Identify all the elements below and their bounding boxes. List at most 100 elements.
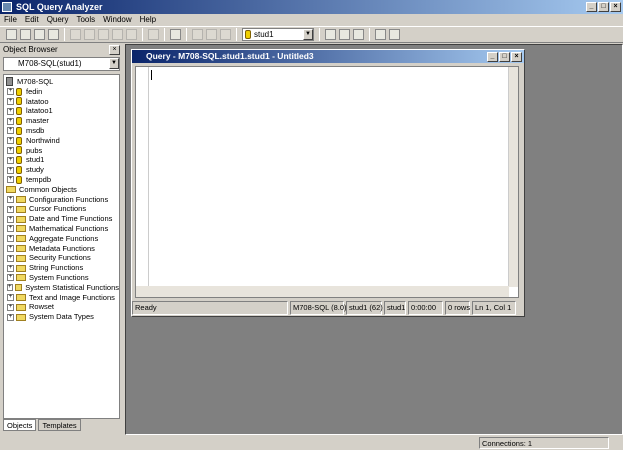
- node-label: Date and Time Functions: [29, 214, 113, 224]
- tree-folder[interactable]: + System Data Types: [4, 312, 119, 322]
- clear-icon[interactable]: [112, 29, 123, 40]
- expand-icon[interactable]: +: [7, 235, 14, 243]
- expand-icon[interactable]: +: [7, 137, 14, 145]
- tree-server[interactable]: M708-SQL: [4, 77, 119, 87]
- query-editor[interactable]: [135, 66, 519, 298]
- menu-help[interactable]: Help: [140, 14, 156, 26]
- tree-folder[interactable]: + Text and Image Functions: [4, 293, 119, 303]
- stop-icon[interactable]: [220, 29, 231, 40]
- expand-icon[interactable]: +: [7, 205, 14, 213]
- expand-icon[interactable]: +: [7, 303, 14, 311]
- object-search-icon[interactable]: [353, 29, 364, 40]
- object-browser-icon[interactable]: [339, 29, 350, 40]
- tree-database[interactable]: + latatoo: [4, 97, 119, 107]
- status-server: M708-SQL (8.0): [290, 301, 347, 315]
- expand-icon[interactable]: +: [7, 176, 14, 184]
- tree-database[interactable]: + fedin: [4, 87, 119, 97]
- maximize-button[interactable]: □: [598, 2, 609, 12]
- tree-folder[interactable]: + Configuration Functions: [4, 195, 119, 205]
- tree-database[interactable]: + study: [4, 165, 119, 175]
- tree-database[interactable]: + tempdb: [4, 175, 119, 185]
- cut-icon[interactable]: [70, 29, 81, 40]
- close-button[interactable]: ×: [511, 52, 522, 62]
- expand-icon[interactable]: +: [7, 127, 14, 135]
- expand-icon[interactable]: +: [7, 156, 14, 164]
- new-query-icon[interactable]: [6, 29, 17, 40]
- properties-icon[interactable]: [375, 29, 386, 40]
- expand-icon[interactable]: +: [7, 88, 14, 96]
- tree-folder[interactable]: + System Statistical Functions: [4, 283, 119, 293]
- tree-database[interactable]: + msdb: [4, 126, 119, 136]
- database-select[interactable]: stud1 ▼: [242, 28, 314, 41]
- tree-common-objects[interactable]: Common Objects: [4, 185, 119, 195]
- parse-check-icon[interactable]: [192, 29, 203, 40]
- menu-edit[interactable]: Edit: [25, 14, 39, 26]
- results-grid-icon[interactable]: [170, 29, 181, 40]
- expand-icon[interactable]: +: [7, 97, 14, 105]
- open-icon[interactable]: [20, 29, 31, 40]
- expand-icon[interactable]: +: [7, 225, 14, 233]
- query-window-title: Query - M708-SQL.stud1.stud1 - Untitled3: [146, 51, 314, 61]
- expand-icon[interactable]: +: [7, 195, 14, 203]
- tree-database[interactable]: + pubs: [4, 146, 119, 156]
- expand-icon[interactable]: +: [7, 264, 14, 272]
- node-label: master: [26, 116, 49, 126]
- execution-plan-icon[interactable]: [325, 29, 336, 40]
- expand-icon[interactable]: +: [7, 244, 14, 252]
- tree-folder[interactable]: + Aggregate Functions: [4, 234, 119, 244]
- find-icon[interactable]: [126, 29, 137, 40]
- expand-icon[interactable]: +: [7, 284, 13, 292]
- execute-icon[interactable]: [206, 29, 217, 40]
- tree-folder[interactable]: + Mathematical Functions: [4, 224, 119, 234]
- load-script-icon[interactable]: [48, 29, 59, 40]
- folder-icon: [16, 195, 26, 203]
- maximize-button[interactable]: □: [499, 52, 510, 62]
- node-label: Northwind: [26, 135, 60, 145]
- tree-folder[interactable]: + Date and Time Functions: [4, 214, 119, 224]
- tree-folder[interactable]: + Cursor Functions: [4, 204, 119, 214]
- tree-database[interactable]: + Northwind: [4, 136, 119, 146]
- expand-icon[interactable]: +: [7, 274, 14, 282]
- chevron-down-icon[interactable]: ▼: [109, 58, 119, 69]
- chevron-down-icon[interactable]: ▼: [303, 29, 313, 40]
- expand-icon[interactable]: +: [7, 146, 14, 154]
- save-icon[interactable]: [34, 29, 45, 40]
- tree-folder[interactable]: + System Functions: [4, 273, 119, 283]
- query-window: Query - M708-SQL.stud1.stud1 - Untitled3…: [131, 49, 525, 317]
- server-select[interactable]: M708-SQL(stud1) ▼: [3, 57, 120, 71]
- tree-folder[interactable]: + Security Functions: [4, 253, 119, 263]
- tree-folder[interactable]: + Metadata Functions: [4, 244, 119, 254]
- expand-icon[interactable]: +: [7, 254, 14, 262]
- tree-database[interactable]: + stud1: [4, 155, 119, 165]
- expand-icon[interactable]: +: [7, 117, 14, 125]
- minimize-button[interactable]: _: [487, 52, 498, 62]
- paste-icon[interactable]: [98, 29, 109, 40]
- menu-file[interactable]: File: [4, 14, 17, 26]
- tab-objects[interactable]: Objects: [3, 419, 37, 431]
- node-label: Cursor Functions: [29, 204, 87, 214]
- close-button[interactable]: ×: [610, 2, 621, 12]
- tree-folder[interactable]: + Rowset: [4, 302, 119, 312]
- show-results-icon[interactable]: [389, 29, 400, 40]
- tree-database[interactable]: + master: [4, 116, 119, 126]
- menu-query[interactable]: Query: [47, 14, 69, 26]
- minimize-button[interactable]: _: [586, 2, 597, 12]
- menu-window[interactable]: Window: [103, 14, 131, 26]
- folder-icon: [16, 313, 26, 321]
- expand-icon[interactable]: +: [7, 313, 14, 321]
- horizontal-scrollbar[interactable]: [136, 286, 509, 297]
- vertical-scrollbar[interactable]: [508, 67, 518, 287]
- tree-folder[interactable]: + String Functions: [4, 263, 119, 273]
- tree-database[interactable]: + latatoo1: [4, 106, 119, 116]
- undo-icon[interactable]: [148, 29, 159, 40]
- expand-icon[interactable]: +: [7, 107, 14, 115]
- expand-icon[interactable]: +: [7, 293, 14, 301]
- expand-icon[interactable]: +: [7, 215, 14, 223]
- close-icon[interactable]: ×: [109, 45, 120, 55]
- node-label: M708-SQL: [17, 77, 54, 86]
- tab-templates[interactable]: Templates: [38, 419, 81, 431]
- expand-icon[interactable]: +: [7, 166, 14, 174]
- copy-icon[interactable]: [84, 29, 95, 40]
- menu-tools[interactable]: Tools: [76, 14, 95, 26]
- status-database: stud1: [384, 301, 406, 315]
